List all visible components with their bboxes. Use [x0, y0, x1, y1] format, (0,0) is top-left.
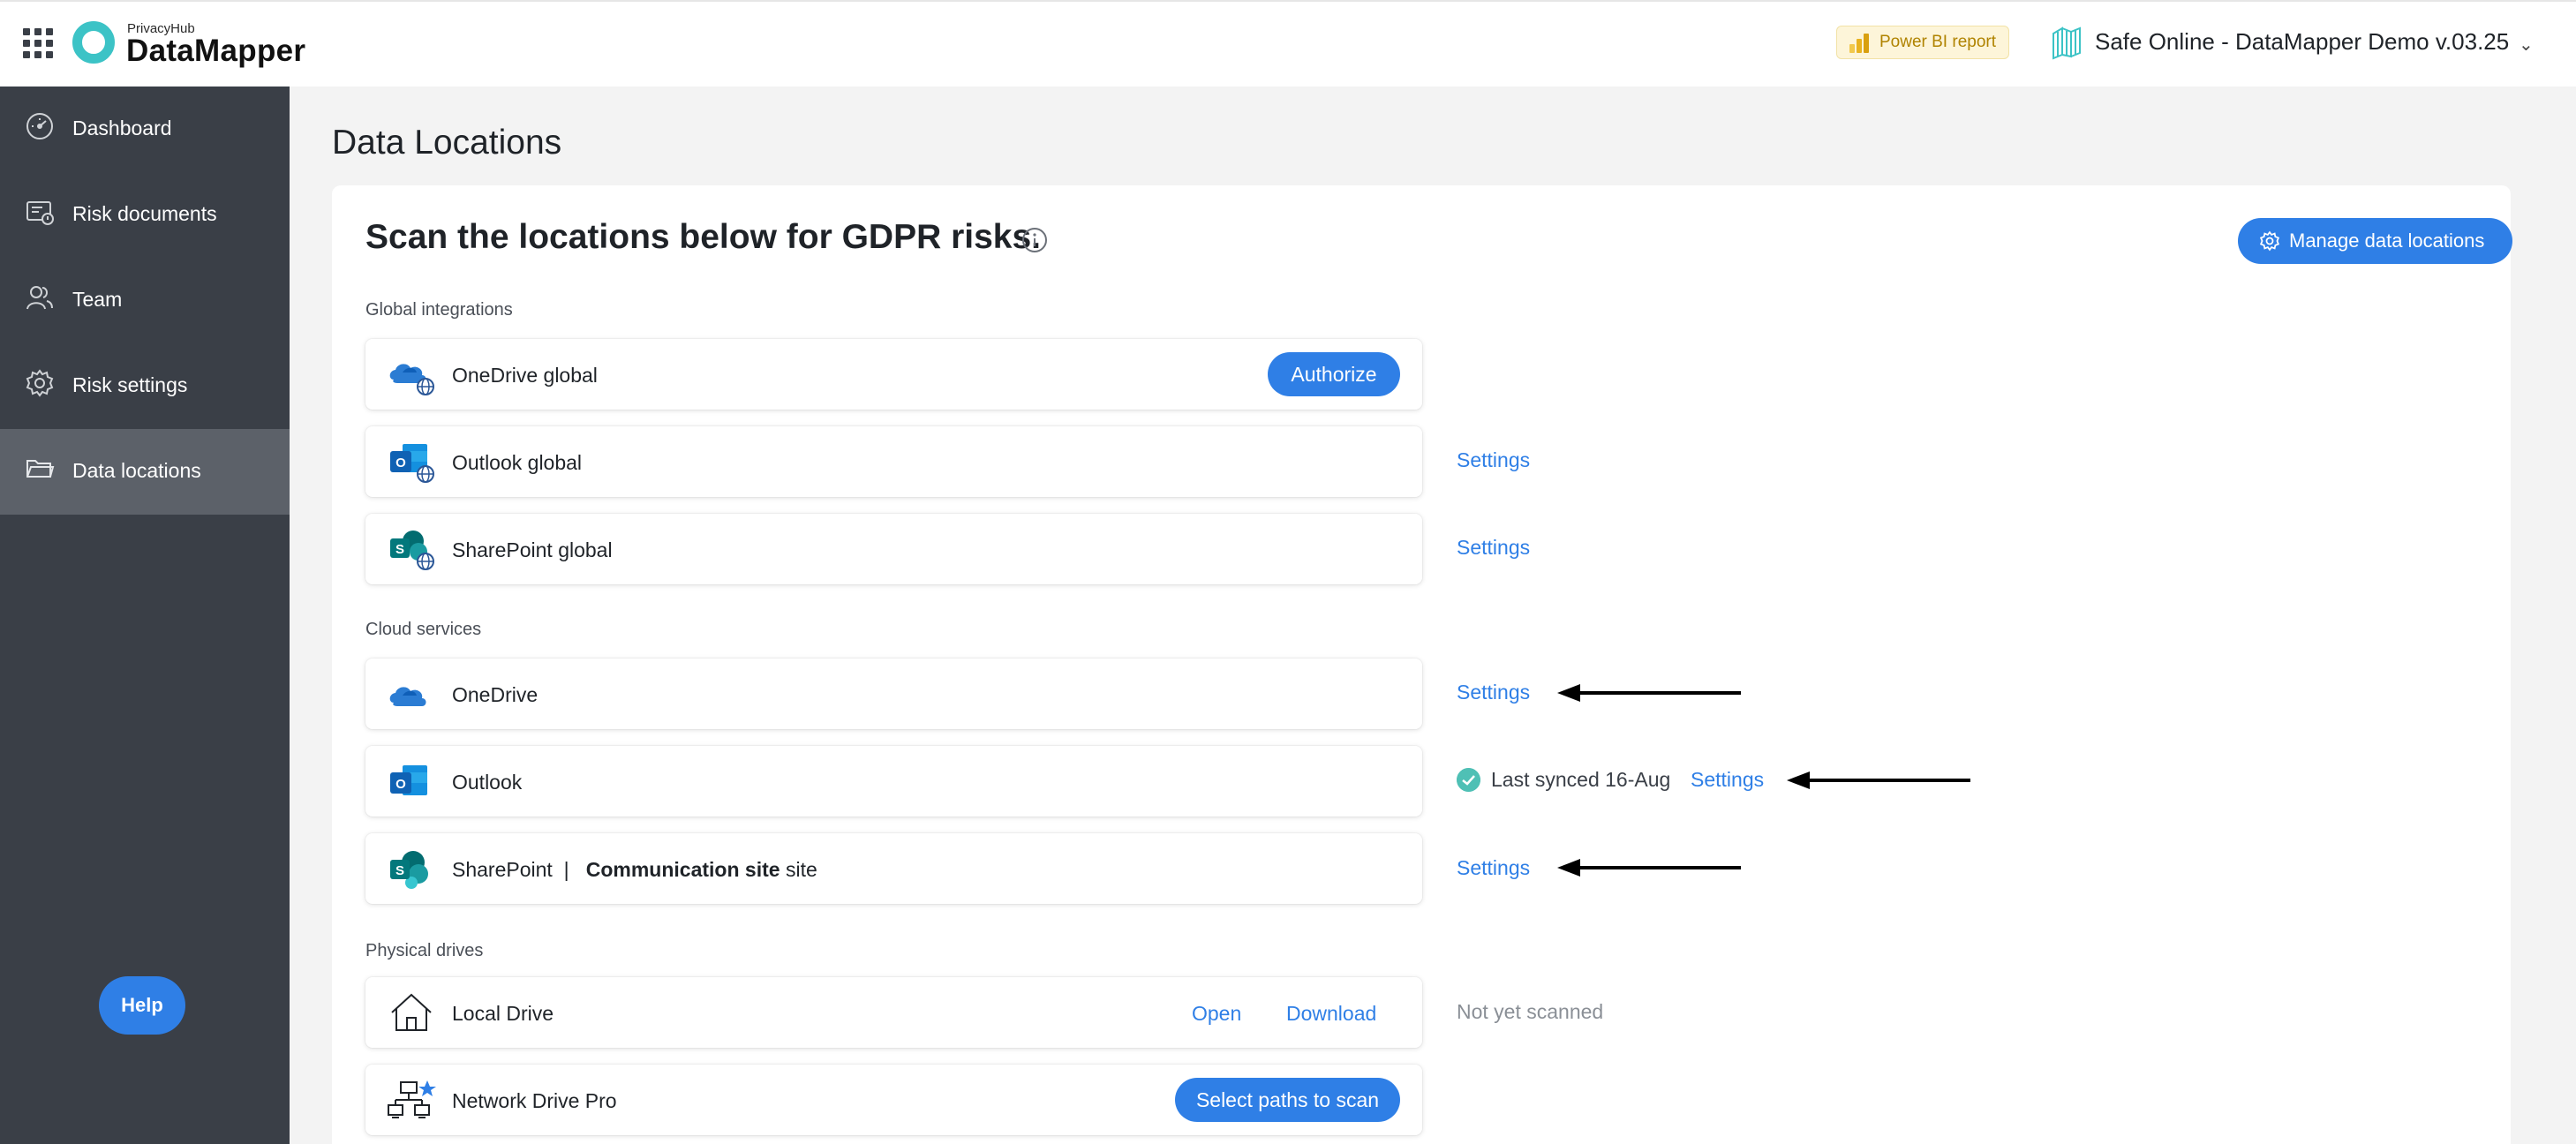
sharepoint-label: SharePoint	[452, 858, 553, 881]
location-row-onedrive-global: OneDrive global Authorize	[365, 339, 1422, 410]
section-label-cloud-services: Cloud services	[365, 620, 482, 639]
location-name: Local Drive	[452, 1002, 554, 1025]
network-drive-icon	[388, 1080, 436, 1118]
separator: |	[563, 858, 569, 881]
info-icon[interactable]	[1021, 227, 1048, 253]
location-row-local-drive: Local Drive Open Download	[365, 977, 1422, 1048]
location-row-sharepoint-global: S SharePoint global	[365, 514, 1422, 584]
location-row-network-drive: Network Drive Pro Select paths to scan	[365, 1065, 1422, 1135]
tenant-selector[interactable]: Safe Online - DataMapper Demo v.03.25	[2095, 26, 2509, 57]
outlook-sync-status: Last synced 16-Aug	[1491, 768, 1671, 791]
help-button[interactable]: Help	[99, 976, 185, 1035]
location-name: OneDrive global	[452, 364, 598, 387]
location-name: OneDrive	[452, 683, 539, 706]
powerbi-label: Power BI report	[1879, 33, 1996, 51]
site-suffix: site	[785, 858, 817, 881]
card-title: Scan the locations below for GDPR risks.	[365, 218, 1042, 256]
house-icon	[391, 993, 432, 1031]
location-name: SharePoint global	[452, 538, 613, 561]
svg-text:O: O	[395, 455, 406, 470]
folder-icon	[26, 460, 55, 478]
section-label-global-integrations: Global integrations	[365, 300, 513, 320]
gear-icon	[26, 369, 54, 397]
svg-text:S: S	[395, 863, 404, 878]
sharepoint-settings-link[interactable]: Settings	[1457, 856, 1530, 880]
datamapper-logo-icon	[72, 21, 115, 64]
arrow-left-icon	[1557, 684, 1741, 702]
outlook-icon: O	[390, 765, 427, 795]
manage-data-locations-button[interactable]: Manage data locations	[2238, 218, 2512, 264]
location-row-sharepoint: S SharePoint | Communication site site	[365, 833, 1422, 904]
section-label-physical-drives: Physical drives	[365, 941, 484, 960]
risk-document-icon	[26, 201, 54, 225]
brand-name: DataMapper	[126, 34, 306, 68]
sidebar-item-team[interactable]: Team	[0, 258, 290, 343]
team-icon	[26, 286, 53, 310]
gear-icon	[2259, 230, 2280, 252]
sidebar-item-risk-documents[interactable]: Risk documents	[0, 172, 290, 258]
location-name: Outlook	[452, 771, 523, 794]
sidebar: Dashboard Risk documents Team Risk setti…	[0, 87, 290, 1144]
sidebar-item-dashboard[interactable]: Dashboard	[0, 87, 290, 172]
page-title: Data Locations	[332, 124, 562, 162]
svg-text:O: O	[395, 777, 406, 792]
powerbi-icon	[1849, 34, 1869, 53]
sidebar-item-label: Team	[72, 288, 123, 311]
arrow-left-icon	[1557, 859, 1741, 877]
chevron-down-icon[interactable]: ⌄	[2519, 34, 2534, 56]
sharepoint-global-icon: S	[390, 531, 434, 570]
tenant-logo-icon	[2053, 26, 2081, 60]
powerbi-report-button[interactable]: Power BI report	[1836, 26, 2009, 59]
download-link[interactable]: Download	[1286, 1002, 1376, 1026]
location-name: Network Drive Pro	[452, 1089, 617, 1112]
sidebar-item-label: Data locations	[72, 459, 201, 482]
svg-text:S: S	[395, 542, 404, 557]
outlook-settings-link[interactable]: Settings	[1691, 768, 1764, 792]
check-circle-icon	[1457, 768, 1480, 792]
outlook-global-settings-link[interactable]: Settings	[1457, 448, 1530, 472]
onedrive-settings-link[interactable]: Settings	[1457, 681, 1530, 704]
local-drive-status: Not yet scanned	[1457, 1000, 1604, 1023]
location-row-outlook-global: O Outlook global	[365, 426, 1422, 497]
arrow-left-icon	[1787, 771, 1970, 789]
gauge-icon	[26, 113, 53, 139]
outlook-global-icon: O	[390, 444, 434, 483]
sidebar-item-data-locations[interactable]: Data locations	[0, 429, 290, 515]
location-row-onedrive: OneDrive	[365, 659, 1422, 729]
manage-data-locations-label: Manage data locations	[2289, 230, 2485, 252]
authorize-button[interactable]: Authorize	[1268, 352, 1400, 396]
sidebar-item-label: Dashboard	[72, 117, 172, 139]
location-name: SharePoint | Communication site site	[452, 858, 817, 882]
location-row-outlook: O Outlook	[365, 746, 1422, 817]
onedrive-icon	[389, 687, 426, 706]
onedrive-global-icon	[389, 364, 434, 395]
sidebar-item-label: Risk documents	[72, 202, 217, 225]
top-bar: PrivacyHub DataMapper Power BI report Sa…	[0, 0, 2576, 87]
app-launcher-icon[interactable]	[23, 28, 53, 58]
sidebar-item-risk-settings[interactable]: Risk settings	[0, 343, 290, 429]
site-name: Communication site	[585, 858, 780, 881]
sharepoint-icon: S	[390, 851, 428, 889]
open-link[interactable]: Open	[1192, 1002, 1241, 1026]
sharepoint-global-settings-link[interactable]: Settings	[1457, 536, 1530, 560]
select-paths-button[interactable]: Select paths to scan	[1175, 1078, 1400, 1122]
location-name: Outlook global	[452, 451, 583, 474]
sidebar-item-label: Risk settings	[72, 373, 188, 396]
